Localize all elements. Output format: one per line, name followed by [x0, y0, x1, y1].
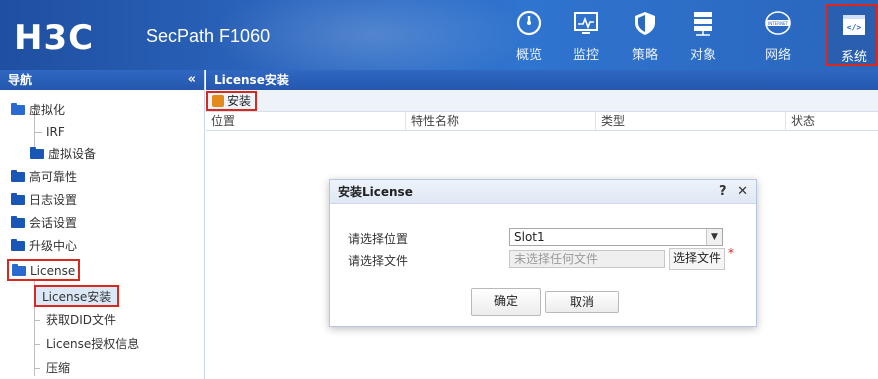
gauge-icon	[516, 10, 542, 36]
sidebar-item-label: 会话设置	[29, 216, 78, 230]
folder-open-icon	[11, 103, 25, 115]
file-label: 请选择文件	[348, 254, 409, 268]
internet-icon-text: INTERNET	[768, 21, 788, 26]
server-icon	[694, 12, 712, 36]
nav-policy-label: 策略	[631, 48, 658, 63]
nav-system-label: 系统	[840, 50, 867, 65]
nav-object[interactable]: 对象	[677, 4, 729, 66]
nav-network-label: 网络	[764, 48, 791, 63]
product-name: SecPath F1060	[146, 26, 271, 46]
file-path-field: 未选择任何文件	[509, 250, 665, 268]
nav-network[interactable]: INTERNET 网络	[752, 4, 804, 66]
internet-icon: INTERNET	[765, 11, 791, 35]
nav-monitor[interactable]: 监控	[560, 4, 612, 66]
code-icon-text: </>	[847, 23, 862, 32]
sidebar-header: 导航 «	[0, 70, 204, 90]
sidebar-item-label: 升级中心	[29, 239, 78, 253]
folder-icon	[30, 147, 44, 159]
table-header: 位置 特性名称 类型 状态	[206, 112, 878, 131]
column-feature-name[interactable]: 特性名称	[406, 112, 596, 131]
sidebar-item-get-did-file[interactable]: 获取DID文件	[46, 310, 116, 330]
nav-monitor-label: 监控	[572, 48, 599, 63]
sidebar-item-session-settings[interactable]: 会话设置	[11, 213, 77, 233]
sidebar-title: 导航	[8, 73, 33, 87]
column-type[interactable]: 类型	[596, 112, 786, 131]
page-title: License安装	[206, 70, 878, 90]
tree-line	[34, 368, 40, 369]
sidebar-item-label: IRF	[46, 125, 65, 139]
dialog-title: 安装License	[338, 185, 413, 199]
cancel-button[interactable]: 取消	[545, 291, 619, 313]
sidebar-item-log-settings[interactable]: 日志设置	[11, 190, 77, 210]
toolbar: 安装	[206, 90, 878, 112]
nav-system[interactable]: </> 系统	[826, 4, 878, 66]
sidebar-item-label: 日志设置	[29, 193, 78, 207]
location-label: 请选择位置	[348, 232, 409, 246]
folder-icon	[11, 170, 25, 182]
nav-overview[interactable]: 概览	[503, 4, 555, 66]
sidebar-item-label: 虚拟化	[29, 103, 66, 117]
sidebar-item-label: 压缩	[46, 361, 71, 375]
nav-policy[interactable]: 策略	[619, 4, 671, 66]
install-license-dialog: 安装License ? ✕ 请选择位置 Slot1 ▼ 请选择文件 未选择任何文…	[329, 179, 757, 327]
sidebar-item-label: 获取DID文件	[46, 313, 117, 327]
sidebar-item-license[interactable]: License	[7, 259, 81, 281]
sidebar-item-upgrade-center[interactable]: 升级中心	[11, 236, 77, 256]
chevron-down-icon[interactable]: ▼	[706, 229, 722, 245]
sidebar-item-label: 虚拟设备	[48, 147, 97, 161]
column-location[interactable]: 位置	[206, 112, 406, 131]
monitor-icon	[574, 12, 598, 34]
sidebar-item-license-install[interactable]: License安装	[34, 285, 120, 307]
help-icon[interactable]: ?	[719, 184, 727, 199]
tree-line	[34, 132, 42, 133]
required-mark: *	[728, 246, 734, 260]
choose-file-button[interactable]: 选择文件	[669, 248, 726, 270]
app-root: H3C SecPath F1060 概览 监控 策略 对象 INTERNET 网…	[0, 0, 878, 379]
top-header: H3C SecPath F1060 概览 监控 策略 对象 INTERNET 网…	[0, 0, 878, 70]
collapse-icon[interactable]: «	[188, 70, 196, 90]
sidebar-item-label: 高可靠性	[29, 170, 78, 184]
h3c-logo: H3C	[14, 18, 95, 58]
sidebar-item-label: License安装	[42, 290, 112, 304]
dialog-title-bar: 安装License ? ✕	[330, 180, 756, 204]
location-select[interactable]: Slot1 ▼	[509, 228, 723, 246]
sidebar-item-label: License授权信息	[46, 337, 140, 351]
install-button-label: 安装	[227, 94, 252, 108]
sidebar-item-license-info[interactable]: License授权信息	[46, 334, 139, 354]
tree-line	[34, 344, 40, 345]
sidebar-item-virtual-device[interactable]: 虚拟设备	[30, 144, 96, 164]
close-icon[interactable]: ✕	[737, 184, 748, 199]
nav-object-label: 对象	[689, 48, 716, 63]
folder-open-icon	[12, 264, 26, 276]
sidebar-item-compress[interactable]: 压缩	[46, 358, 70, 378]
ok-button[interactable]: 确定	[471, 288, 541, 316]
folder-icon	[11, 193, 25, 205]
sidebar-item-high-availability[interactable]: 高可靠性	[11, 167, 77, 187]
dialog-actions: ? ✕	[713, 180, 748, 204]
code-icon: </>	[843, 15, 865, 35]
sidebar-item-irf[interactable]: IRF	[46, 122, 65, 142]
sidebar: 导航 « 虚拟化 IRF 虚拟设备 高可靠性 日志设置 会话设置 升级中心 Li…	[0, 70, 205, 379]
tree-line	[34, 320, 40, 321]
column-status[interactable]: 状态	[786, 112, 878, 131]
nav-overview-label: 概览	[515, 48, 542, 63]
shield-icon	[635, 12, 655, 35]
sidebar-item-virtualization[interactable]: 虚拟化	[11, 100, 65, 120]
install-icon	[212, 95, 224, 107]
sidebar-item-label: License	[30, 264, 76, 278]
folder-icon	[11, 239, 25, 251]
folder-icon	[11, 216, 25, 228]
location-select-value: Slot1	[514, 230, 545, 244]
install-button[interactable]: 安装	[206, 91, 258, 111]
